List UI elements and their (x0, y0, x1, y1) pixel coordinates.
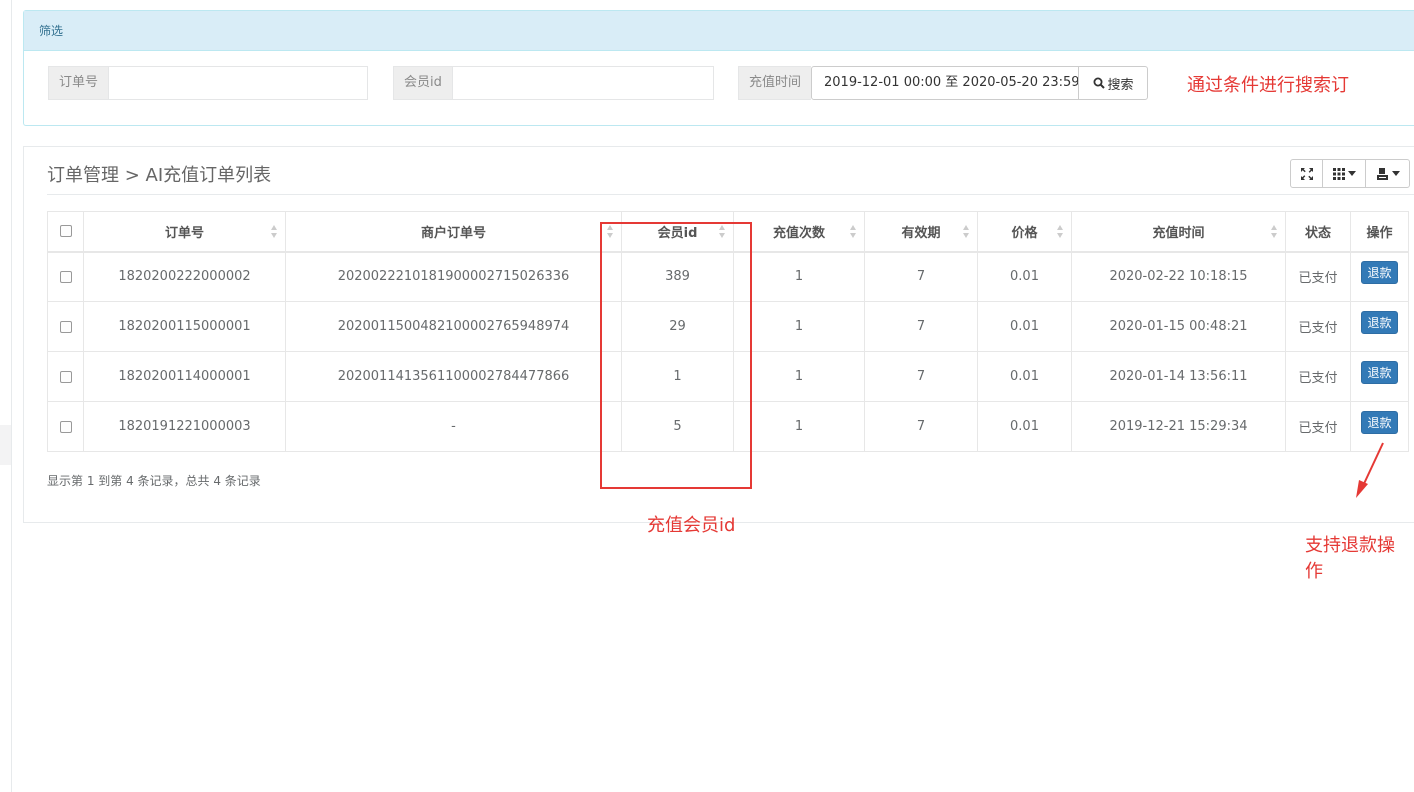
validity-cell: 7 (864, 301, 978, 352)
order-no-label: 订单号 (48, 66, 109, 100)
search-button[interactable]: 搜索 (1078, 66, 1149, 100)
columns-button[interactable] (1322, 159, 1366, 188)
refund-button[interactable]: 退款 (1361, 411, 1398, 434)
validity-cell: 7 (864, 351, 978, 402)
header-label: 有效期 (901, 225, 941, 241)
sort-icon (850, 225, 857, 239)
fullscreen-button[interactable] (1290, 159, 1323, 188)
row-checkbox[interactable] (59, 370, 72, 383)
search-icon (1093, 77, 1105, 89)
time-range-input[interactable]: 2019-12-01 00:00 至 2020-05-20 23:59 (811, 66, 1080, 100)
caret-down-icon (1391, 171, 1400, 176)
time-cell: 2020-01-15 00:48:21 (1071, 301, 1286, 352)
row-checkbox[interactable] (59, 420, 72, 433)
sort-icon (271, 225, 278, 239)
export-button[interactable] (1365, 159, 1410, 188)
col-validity[interactable]: 有效期 (864, 211, 978, 253)
count-cell: 1 (733, 351, 865, 402)
caret-down-icon (1347, 171, 1356, 176)
header-label: 充值次数 (772, 225, 825, 241)
pagination-summary: 显示第 1 到第 4 条记录，总共 4 条记录 (47, 474, 261, 488)
fullscreen-icon (1300, 167, 1313, 180)
header-label: 价格 (1011, 225, 1038, 241)
time-label: 充值时间 (738, 66, 812, 100)
member-id-annotation: 充值会员id (647, 515, 736, 536)
status-cell: 已支付 (1285, 251, 1351, 302)
order-no-cell: 1820200115000001 (83, 301, 286, 352)
count-cell: 1 (733, 251, 865, 302)
col-merchant-no[interactable]: 商户订单号 (285, 211, 622, 253)
header-label: 充值时间 (1152, 225, 1205, 241)
search-annotation: 通过条件进行搜索订 (1187, 75, 1349, 96)
divider (47, 194, 1414, 195)
header-label: 状态 (1304, 225, 1331, 241)
order-no-filter: 订单号 (48, 66, 369, 100)
col-count[interactable]: 充值次数 (733, 211, 865, 253)
row-select-cell (47, 301, 84, 352)
price-cell: 0.01 (977, 251, 1072, 302)
header-label: 操作 (1366, 225, 1393, 241)
col-status: 状态 (1285, 211, 1351, 253)
sort-icon (1057, 225, 1064, 239)
refund-annotation: 支持退款操作 (1305, 535, 1395, 582)
order-no-input[interactable] (108, 66, 369, 100)
row-select-cell (47, 251, 84, 302)
merchant-no-cell: - (285, 401, 622, 452)
member-id-highlight (600, 222, 752, 489)
order-no-cell: 1820200222000002 (83, 251, 286, 302)
col-time[interactable]: 充值时间 (1071, 211, 1286, 253)
member-id-input[interactable] (451, 66, 714, 100)
count-cell: 1 (733, 401, 865, 452)
time-cell: 2020-01-14 13:56:11 (1071, 351, 1286, 402)
status-cell: 已支付 (1285, 401, 1351, 452)
arrow-icon (1356, 442, 1384, 498)
select-all-checkbox[interactable] (59, 225, 72, 238)
merchant-no-cell: 2020011413561100002784477866 (285, 351, 622, 402)
member-id-filter: 会员id (393, 66, 714, 100)
status-cell: 已支付 (1285, 301, 1351, 352)
order-no-cell: 1820191221000003 (83, 401, 286, 452)
time-cell: 2020-02-22 10:18:15 (1071, 251, 1286, 302)
status-cell: 已支付 (1285, 351, 1351, 402)
side-tab[interactable] (0, 425, 11, 465)
merchant-no-cell: 2020011500482100002765948974 (285, 301, 622, 352)
validity-cell: 7 (864, 251, 978, 302)
action-cell: 退款 (1350, 351, 1409, 402)
order-no-cell: 1820200114000001 (83, 351, 286, 402)
count-cell: 1 (733, 301, 865, 352)
merchant-no-cell: 2020022210181900002715026336 (285, 251, 622, 302)
action-cell: 退款 (1350, 301, 1409, 352)
refund-button[interactable]: 退款 (1361, 311, 1398, 334)
time-cell: 2019-12-21 15:29:34 (1071, 401, 1286, 452)
row-select-cell (47, 351, 84, 402)
sort-icon (963, 225, 970, 239)
price-cell: 0.01 (977, 301, 1072, 352)
select-all-cell (47, 211, 84, 253)
filter-title: 筛选 (24, 11, 1414, 51)
time-filter: 充值时间 2019-12-01 00:00 至 2020-05-20 23:59… (738, 66, 1149, 100)
row-checkbox[interactable] (59, 320, 72, 333)
export-icon (1376, 167, 1388, 180)
grid-icon (1332, 167, 1345, 180)
header-label: 订单号 (164, 225, 204, 241)
action-cell: 退款 (1350, 251, 1409, 302)
refund-button[interactable]: 退款 (1361, 361, 1398, 384)
search-label: 搜索 (1107, 77, 1134, 93)
member-id-label: 会员id (393, 66, 452, 100)
col-order-no[interactable]: 订单号 (83, 211, 286, 253)
table-toolbar (1290, 159, 1410, 188)
row-checkbox[interactable] (59, 270, 72, 283)
refund-button[interactable]: 退款 (1361, 261, 1398, 285)
col-action: 操作 (1350, 211, 1409, 253)
price-cell: 0.01 (977, 401, 1072, 452)
sort-icon (1271, 225, 1278, 239)
row-select-cell (47, 401, 84, 452)
price-cell: 0.01 (977, 351, 1072, 402)
col-price[interactable]: 价格 (977, 211, 1072, 253)
left-edge (0, 0, 12, 792)
header-label: 商户订单号 (420, 225, 486, 241)
validity-cell: 7 (864, 401, 978, 452)
breadcrumb: 订单管理 > AI充值订单列表 (47, 165, 272, 186)
